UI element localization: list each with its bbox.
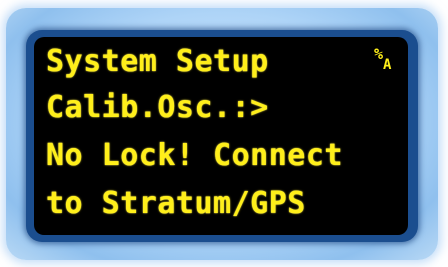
lcd-display-panel: System Setup % A Calib.Osc.:> No Lock! C…: [0, 0, 448, 267]
indicator-symbol: %: [374, 45, 384, 63]
menu-title: System Setup: [46, 44, 269, 79]
indicator-sub: A: [383, 57, 392, 73]
lcd-screen: System Setup % A Calib.Osc.:> No Lock! C…: [34, 37, 408, 235]
status-message-line-2: to Stratum/GPS: [46, 186, 306, 221]
percent-indicator-icon: % A: [374, 47, 394, 73]
menu-item-calib-osc: Calib.Osc.:>: [46, 90, 269, 125]
status-message-line-1: No Lock! Connect: [46, 138, 343, 173]
